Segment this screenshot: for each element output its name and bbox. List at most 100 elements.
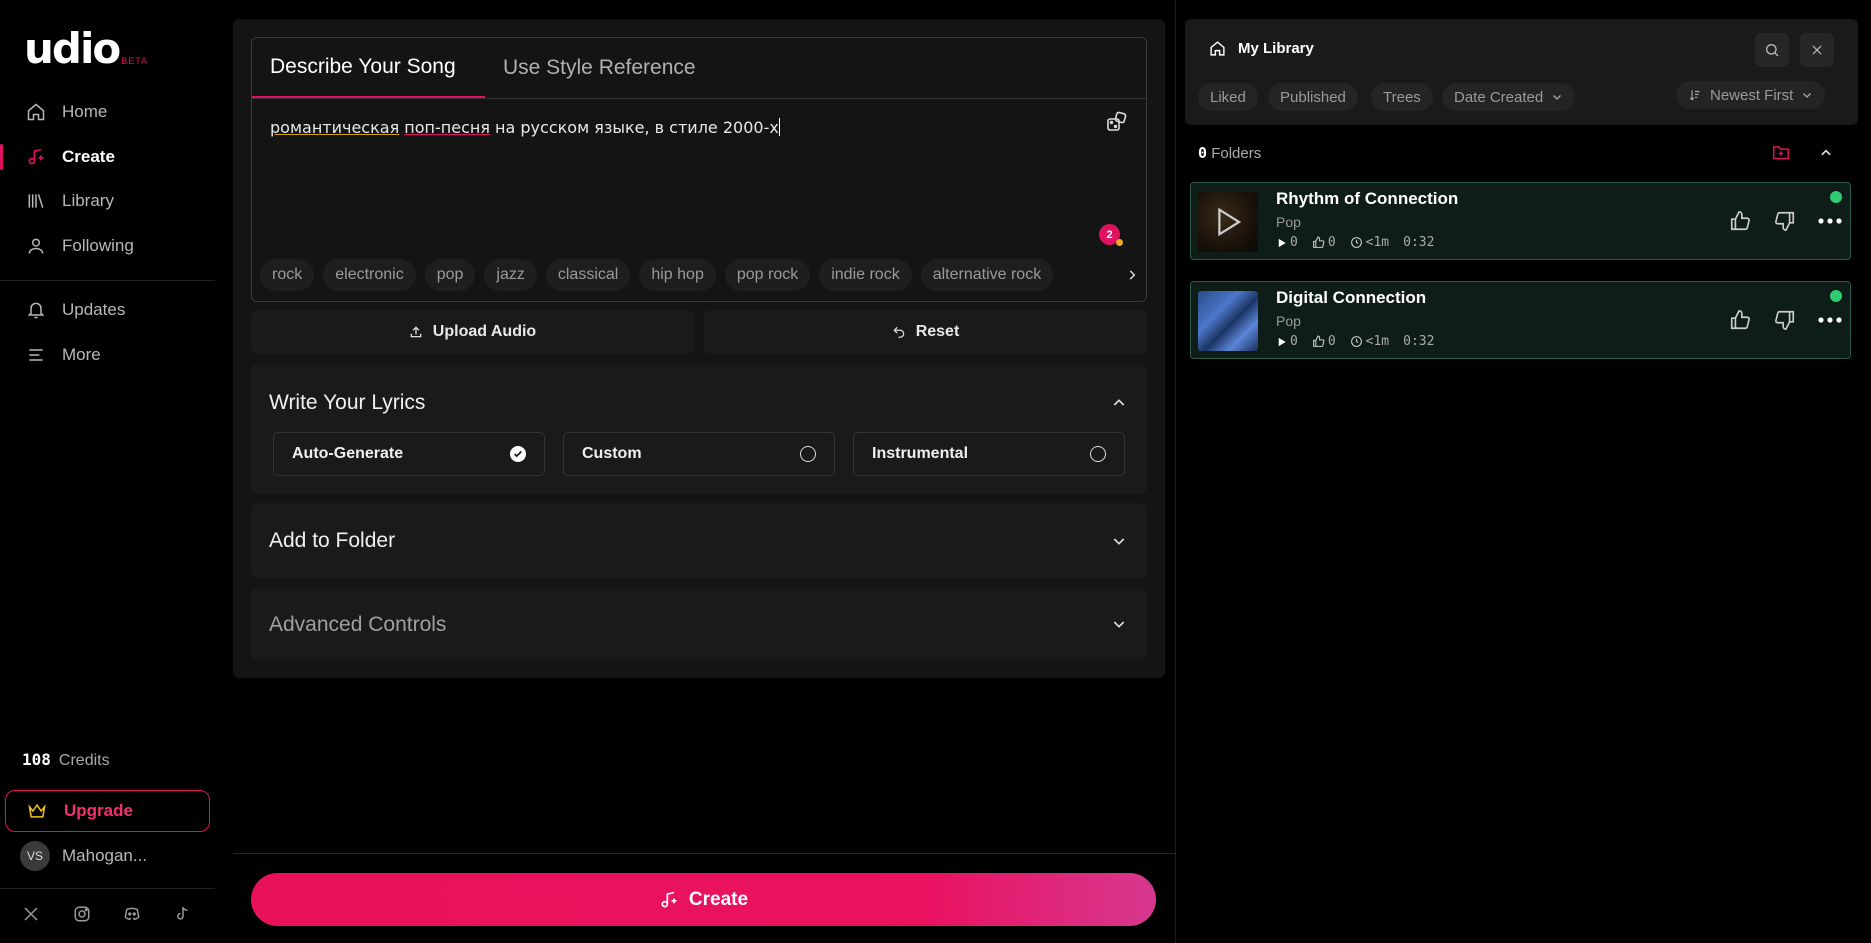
chevron-up-icon[interactable] (1818, 146, 1834, 160)
chevron-up-icon[interactable] (1111, 395, 1127, 411)
beta-tag: BETA (121, 56, 149, 66)
chevron-down-icon (1553, 95, 1562, 100)
tab-describe-song[interactable]: Describe Your Song (252, 38, 485, 98)
song-stats: 0 0 <1m 0:32 (1276, 334, 1434, 349)
credits-count: 108 (22, 750, 51, 769)
filter-date-label: Date Created (1454, 88, 1544, 106)
home-icon (27, 103, 45, 121)
play-small-icon (1278, 238, 1286, 247)
song-title[interactable]: Rhythm of Connection (1276, 189, 1458, 209)
library-title: My Library (1209, 40, 1314, 57)
nav-library[interactable]: Library (0, 180, 215, 222)
sidebar: udio BETA Home Create Library Following … (0, 0, 215, 943)
lyrics-option-custom[interactable]: Custom (563, 432, 835, 476)
create-button-label: Create (688, 888, 749, 910)
song-genre[interactable]: Pop (1276, 313, 1301, 329)
user-menu[interactable]: VS Mahogan... (20, 841, 147, 871)
sort-dropdown[interactable]: Newest First (1676, 81, 1826, 109)
nav-updates-label: Updates (62, 300, 126, 319)
crown-icon (28, 803, 46, 818)
option-label: Instrumental (872, 445, 969, 462)
option-label: Custom (582, 445, 642, 462)
library-search-button[interactable] (1755, 33, 1789, 67)
play-count-value: 0 (1290, 235, 1298, 250)
person-icon (28, 238, 44, 254)
tiktok-icon[interactable] (174, 905, 192, 923)
song-thumbnail[interactable] (1198, 192, 1258, 252)
tag-chip[interactable]: jazz (484, 259, 537, 291)
library-close-button[interactable] (1800, 33, 1834, 67)
tab-separator (252, 98, 1146, 99)
tag-chip[interactable]: hip hop (639, 259, 716, 291)
nav-home[interactable]: Home (0, 91, 215, 133)
song-card[interactable]: Rhythm of Connection Pop 0 0 <1m 0:32 (1190, 182, 1851, 260)
filter-liked[interactable]: Liked (1198, 83, 1258, 111)
nav-following[interactable]: Following (0, 225, 215, 267)
tag-chip[interactable]: alternative rock (920, 259, 1054, 291)
nav-updates[interactable]: Updates (0, 289, 215, 331)
udio-logo[interactable]: udio BETA (24, 28, 148, 70)
song-card[interactable]: Digital Connection Pop 0 0 <1m 0:32 (1190, 281, 1851, 359)
nav-more-label: More (62, 345, 101, 364)
nav-library-label: Library (62, 191, 114, 210)
like-count: 0 (1312, 334, 1336, 349)
library-header: My Library Liked Published Trees Date Cr… (1185, 19, 1858, 125)
nav-more[interactable]: More (0, 334, 215, 376)
bell-icon (27, 302, 45, 319)
song-duration: 0:32 (1403, 235, 1435, 250)
tag-chip[interactable]: electronic (323, 259, 416, 291)
filter-published[interactable]: Published (1268, 83, 1358, 111)
tag-chip[interactable]: rock (260, 259, 315, 291)
create-button[interactable]: Create (251, 873, 1156, 926)
song-prompt-input[interactable]: романтическая поп-песня на русском языке… (270, 118, 780, 137)
lyrics-title: Write Your Lyrics (269, 391, 426, 414)
nav-divider (0, 280, 215, 281)
lyrics-option-instrumental[interactable]: Instrumental (853, 432, 1125, 476)
upload-audio-button[interactable]: Upload Audio (251, 310, 694, 354)
song-age: <1m (1350, 334, 1389, 349)
thumbs-up-icon[interactable] (1729, 309, 1751, 331)
more-options-icon[interactable] (1818, 317, 1842, 323)
reset-label: Reset (915, 323, 960, 340)
filter-trees[interactable]: Trees (1371, 83, 1433, 111)
tags-next-button[interactable] (1118, 259, 1146, 291)
tag-chip[interactable]: pop rock (724, 259, 811, 291)
play-count: 0 (1276, 235, 1298, 250)
tag-chip[interactable]: pop (424, 259, 476, 291)
thumbs-down-icon[interactable] (1774, 309, 1796, 331)
more-options-icon[interactable] (1818, 218, 1842, 224)
x-twitter-icon[interactable] (22, 905, 40, 923)
reset-button[interactable]: Reset (704, 310, 1147, 354)
badge-status-dot (1116, 239, 1123, 246)
tab-style-reference[interactable]: Use Style Reference (503, 38, 696, 98)
like-count-value: 0 (1327, 334, 1336, 349)
tag-chip[interactable]: indie rock (819, 259, 912, 291)
add-folder-title: Add to Folder (269, 529, 396, 552)
add-to-folder-section[interactable]: Add to Folder (251, 503, 1147, 578)
tag-chip[interactable]: classical (545, 259, 631, 291)
upgrade-button[interactable]: Upgrade (5, 790, 210, 832)
song-genre[interactable]: Pop (1276, 214, 1301, 230)
advanced-controls-section[interactable]: Advanced Controls (251, 588, 1147, 660)
filter-date-created[interactable]: Date Created (1442, 83, 1576, 111)
upload-icon (410, 326, 422, 338)
prompt-rest: на русском языке, в стиле 2000-х (489, 118, 779, 137)
folders-number: 0 (1198, 144, 1208, 162)
song-title[interactable]: Digital Connection (1276, 288, 1426, 308)
thumbs-up-icon[interactable] (1729, 210, 1751, 232)
song-thumbnail[interactable] (1198, 291, 1258, 351)
nav-following-label: Following (62, 236, 134, 255)
thumbs-up-small-icon (1312, 236, 1325, 248)
like-count: 0 (1312, 235, 1336, 250)
lyrics-option-auto-generate[interactable]: Auto-Generate (273, 432, 545, 476)
new-folder-icon[interactable] (1772, 144, 1790, 160)
song-age: <1m (1350, 235, 1389, 250)
chevron-right-icon (1129, 270, 1136, 280)
nav-create[interactable]: Create (0, 136, 215, 178)
discord-icon[interactable] (122, 905, 142, 923)
randomize-dice-icon[interactable] (1105, 110, 1129, 134)
thumbs-down-icon[interactable] (1774, 210, 1796, 232)
instagram-icon[interactable] (73, 905, 91, 923)
prompt-word: поп-песня (404, 118, 490, 137)
library-icon (28, 194, 44, 208)
